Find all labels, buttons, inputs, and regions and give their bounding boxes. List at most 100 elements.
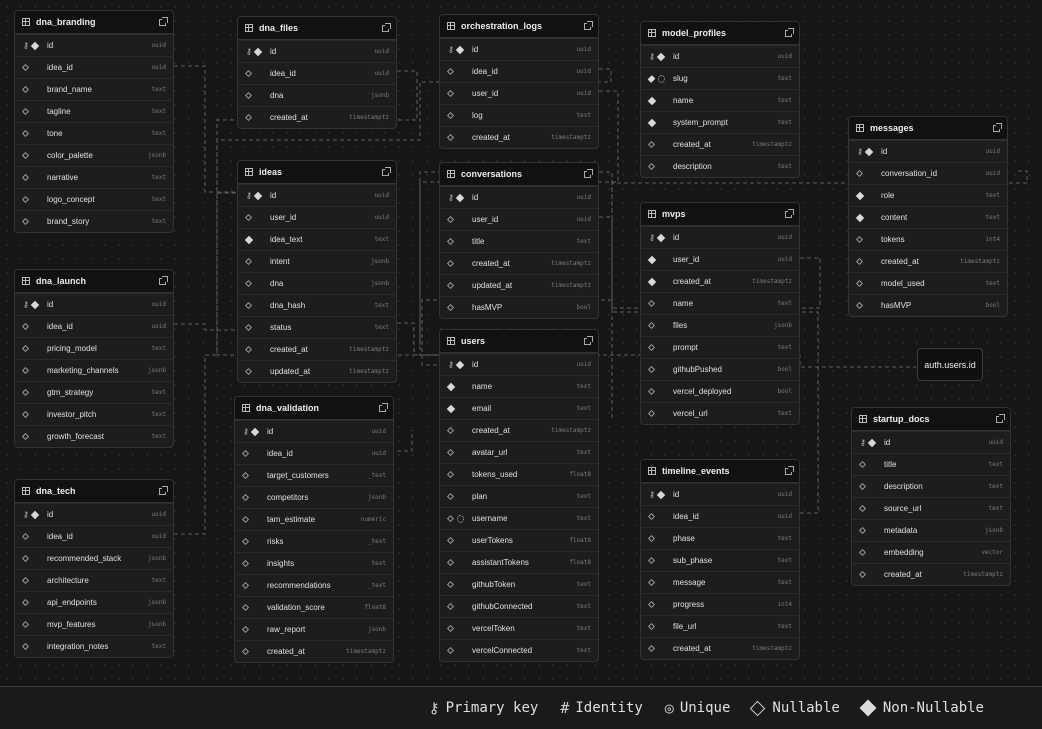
table-dna-branding[interactable]: dna_branding ⚷ id uuid idea_id uuid brand_name… — [14, 10, 174, 233]
column-row[interactable]: description text — [641, 155, 799, 177]
schema-canvas[interactable]: auth.users.id dna_branding ⚷ id uuid idea_id… — [0, 0, 1042, 686]
column-row[interactable]: created_at timestamptz — [235, 640, 393, 662]
column-row[interactable]: idea_id uuid — [15, 525, 173, 547]
column-row[interactable]: intent jsonb — [238, 250, 396, 272]
table-header[interactable]: mvps — [641, 203, 799, 226]
column-row[interactable]: risks _text — [235, 530, 393, 552]
column-row[interactable]: ⚷ id uuid — [849, 140, 1007, 162]
open-external-icon[interactable] — [159, 16, 168, 26]
column-row[interactable]: vercelToken text — [440, 617, 598, 639]
column-row[interactable]: tokens int4 — [849, 228, 1007, 250]
column-row[interactable]: ⚷ id uuid — [235, 420, 393, 442]
column-row[interactable]: tokens_used float8 — [440, 463, 598, 485]
table-orchestration-logs[interactable]: orchestration_logs ⚷ id uuid idea_id uuid user… — [439, 14, 599, 149]
table-header[interactable]: conversations — [440, 163, 598, 186]
column-row[interactable]: log text — [440, 104, 598, 126]
column-row[interactable]: idea_id uuid — [641, 505, 799, 527]
column-row[interactable]: ⚷ id uuid — [641, 226, 799, 248]
column-row[interactable]: target_customers _text — [235, 464, 393, 486]
column-row[interactable]: title text — [852, 453, 1010, 475]
table-dna-files[interactable]: dna_files ⚷ id uuid idea_id uuid dna jsonb creat… — [237, 16, 397, 129]
column-row[interactable]: idea_id uuid — [15, 315, 173, 337]
column-row[interactable]: prompt text — [641, 336, 799, 358]
column-row[interactable]: ⚷ id uuid — [440, 38, 598, 60]
column-row[interactable]: userTokens float8 — [440, 529, 598, 551]
table-ideas[interactable]: ideas ⚷ id uuid user_id uuid idea_text text inte… — [237, 160, 397, 383]
column-row[interactable]: user_id uuid — [641, 248, 799, 270]
column-row[interactable]: username text — [440, 507, 598, 529]
column-row[interactable]: name text — [440, 375, 598, 397]
column-row[interactable]: githubConnected text — [440, 595, 598, 617]
column-row[interactable]: file_url text — [641, 615, 799, 637]
column-row[interactable]: idea_id uuid — [238, 62, 396, 84]
table-header[interactable]: startup_docs — [852, 408, 1010, 431]
column-row[interactable]: ⚷ id uuid — [641, 45, 799, 67]
column-row[interactable]: hasMVP bool — [440, 296, 598, 318]
auth-users-node[interactable]: auth.users.id — [917, 348, 983, 381]
column-row[interactable]: ⚷ id uuid — [15, 293, 173, 315]
table-header[interactable]: model_profiles — [641, 22, 799, 45]
open-external-icon[interactable] — [159, 485, 168, 495]
column-row[interactable]: vercel_url text — [641, 402, 799, 424]
open-external-icon[interactable] — [996, 413, 1005, 423]
column-row[interactable]: created_at timestamptz — [641, 637, 799, 659]
open-external-icon[interactable] — [382, 166, 391, 176]
open-external-icon[interactable] — [785, 465, 794, 475]
column-row[interactable]: idea_id uuid — [440, 60, 598, 82]
column-row[interactable]: idea_id uuid — [235, 442, 393, 464]
column-row[interactable]: recommendations _text — [235, 574, 393, 596]
table-mvps[interactable]: mvps ⚷ id uuid user_id uuid created_at timestam… — [640, 202, 800, 425]
table-model-profiles[interactable]: model_profiles ⚷ id uuid slug text name text sys… — [640, 21, 800, 178]
column-row[interactable]: ⚷ id uuid — [641, 483, 799, 505]
open-external-icon[interactable] — [785, 208, 794, 218]
table-header[interactable]: messages — [849, 117, 1007, 140]
column-row[interactable]: status text — [238, 316, 396, 338]
column-row[interactable]: ⚷ id uuid — [440, 186, 598, 208]
column-row[interactable]: pricing_model text — [15, 337, 173, 359]
column-row[interactable]: color_palette jsonb — [15, 144, 173, 166]
column-row[interactable]: created_at timestamptz — [852, 563, 1010, 585]
column-row[interactable]: progress int4 — [641, 593, 799, 615]
open-external-icon[interactable] — [785, 27, 794, 37]
open-external-icon[interactable] — [382, 22, 391, 32]
column-row[interactable]: updated_at timestamptz — [440, 274, 598, 296]
table-header[interactable]: dna_validation — [235, 397, 393, 420]
column-row[interactable]: brand_story text — [15, 210, 173, 232]
column-row[interactable]: ⚷ id uuid — [440, 353, 598, 375]
column-row[interactable]: sub_phase text — [641, 549, 799, 571]
column-row[interactable]: githubToken text — [440, 573, 598, 595]
column-row[interactable]: created_at timestamptz — [238, 106, 396, 128]
column-row[interactable]: raw_report jsonb — [235, 618, 393, 640]
column-row[interactable]: narrative text — [15, 166, 173, 188]
column-row[interactable]: source_url text — [852, 497, 1010, 519]
column-row[interactable]: investor_pitch text — [15, 403, 173, 425]
column-row[interactable]: ⚷ id uuid — [852, 431, 1010, 453]
column-row[interactable]: hasMVP bool — [849, 294, 1007, 316]
column-row[interactable]: created_at timestamptz — [440, 126, 598, 148]
table-header[interactable]: timeline_events — [641, 460, 799, 483]
table-startup-docs[interactable]: startup_docs ⚷ id uuid title text description t… — [851, 407, 1011, 586]
column-row[interactable]: updated_at timestamptz — [238, 360, 396, 382]
table-dna-validation[interactable]: dna_validation ⚷ id uuid idea_id uuid target_c… — [234, 396, 394, 663]
column-row[interactable]: recommended_stack jsonb — [15, 547, 173, 569]
column-row[interactable]: logo_concept text — [15, 188, 173, 210]
table-header[interactable]: dna_tech — [15, 480, 173, 503]
column-row[interactable]: user_id uuid — [440, 82, 598, 104]
column-row[interactable]: vercelConnected text — [440, 639, 598, 661]
table-header[interactable]: orchestration_logs — [440, 15, 598, 38]
column-row[interactable]: competitors jsonb — [235, 486, 393, 508]
column-row[interactable]: ⚷ id uuid — [15, 34, 173, 56]
column-row[interactable]: created_at timestamptz — [238, 338, 396, 360]
column-row[interactable]: message text — [641, 571, 799, 593]
open-external-icon[interactable] — [584, 20, 593, 30]
table-header[interactable]: dna_files — [238, 17, 396, 40]
column-row[interactable]: validation_score float8 — [235, 596, 393, 618]
column-row[interactable]: assistantTokens float8 — [440, 551, 598, 573]
column-row[interactable]: tone text — [15, 122, 173, 144]
column-row[interactable]: model_used text — [849, 272, 1007, 294]
column-row[interactable]: embedding vector — [852, 541, 1010, 563]
column-row[interactable]: conversation_id uuid — [849, 162, 1007, 184]
column-row[interactable]: idea_id uuid — [15, 56, 173, 78]
column-row[interactable]: dna_hash text — [238, 294, 396, 316]
column-row[interactable]: plan text — [440, 485, 598, 507]
